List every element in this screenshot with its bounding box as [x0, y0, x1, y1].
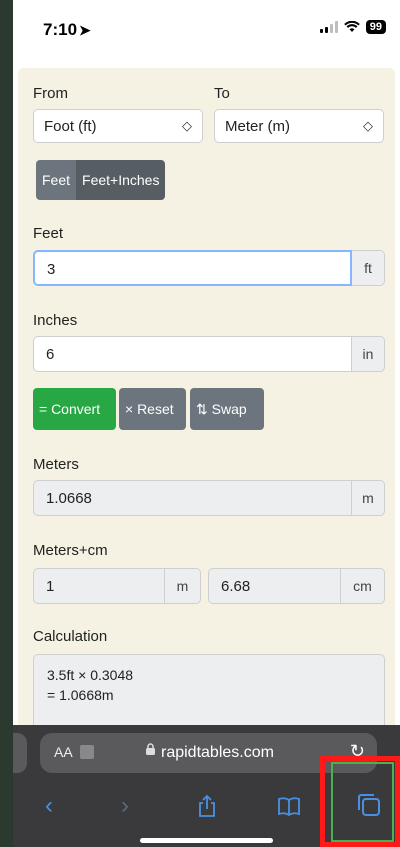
swap-button[interactable]: ⇅ Swap [190, 388, 264, 430]
share-button[interactable] [187, 783, 227, 829]
calculation-label: Calculation [33, 628, 108, 645]
meters-cm-m-group: 1 m [33, 568, 201, 604]
back-button[interactable]: ‹ [29, 783, 69, 829]
meters-cm-cm-unit-addon: cm [341, 568, 385, 604]
converter-card: From To Foot (ft) ◇ Meter (m) ◇ Feet Fee… [18, 68, 395, 768]
share-icon [199, 794, 215, 817]
to-label: To [214, 85, 230, 102]
feet-label: Feet [33, 225, 64, 242]
feet-unit-addon: ft [352, 250, 385, 286]
from-unit-select[interactable]: Foot (ft) ◇ [33, 109, 203, 143]
inches-input-group: 6 in [33, 336, 385, 372]
calculation-line-1: 3.5ft × 0.3048 [47, 667, 134, 683]
meters-cm-cm-output[interactable]: 6.68 [208, 568, 341, 604]
meters-label: Meters [33, 456, 79, 473]
reset-button[interactable]: × Reset [119, 388, 186, 430]
home-indicator [140, 838, 273, 843]
to-unit-select[interactable]: Meter (m) ◇ [214, 109, 384, 143]
select-chevron-icon: ◇ [363, 118, 373, 133]
meters-output-group: 1.0668 m [33, 480, 385, 516]
inches-unit-addon: in [352, 336, 385, 372]
from-label: From [33, 85, 68, 102]
inches-input[interactable]: 6 [33, 336, 352, 372]
battery-icon: 99 [365, 20, 386, 34]
feet-input[interactable]: 3 [33, 250, 352, 286]
chevron-right-icon: › [121, 792, 129, 819]
lock-icon [145, 743, 156, 759]
wifi-icon [343, 21, 360, 32]
status-indicators: 99 [319, 20, 386, 34]
signal-icon [319, 21, 338, 33]
highlight-box-green [331, 762, 394, 842]
phone-screen: 7:10 ➤ 99 From To Foot (ft) ◇ Meter (m) ◇ [13, 0, 400, 847]
mode-toggle: Feet Feet+Inches [36, 160, 166, 200]
previous-tab-pill[interactable] [13, 733, 27, 773]
bookmarks-button[interactable] [269, 783, 309, 829]
book-icon [278, 797, 300, 817]
meters-cm-m-output[interactable]: 1 [33, 568, 165, 604]
calculation-line-2: = 1.0668m [47, 687, 114, 703]
meters-cm-m-unit-addon: m [165, 568, 201, 604]
meters-cm-label: Meters+cm [33, 542, 108, 559]
address-domain: rapidtables.com [161, 744, 274, 761]
tab-feet-inches[interactable]: Feet+Inches [76, 160, 166, 200]
extension-icon[interactable] [80, 745, 94, 759]
feet-input-group: 3 ft [33, 250, 385, 286]
meters-cm-cm-group: 6.68 cm [208, 568, 385, 604]
text-size-button[interactable]: AA [54, 744, 73, 760]
meters-unit-addon: m [352, 480, 385, 516]
inches-label: Inches [33, 312, 78, 329]
convert-button[interactable]: = Convert [33, 388, 116, 430]
status-time: 7:10 ➤ [43, 20, 91, 39]
tab-feet[interactable]: Feet [36, 160, 77, 200]
forward-button[interactable]: › [105, 783, 145, 829]
location-icon: ➤ [79, 22, 91, 38]
select-chevron-icon: ◇ [182, 118, 192, 133]
meters-output[interactable]: 1.0668 [33, 480, 352, 516]
status-bar: 7:10 ➤ 99 [13, 0, 400, 52]
chevron-left-icon: ‹ [45, 792, 53, 819]
